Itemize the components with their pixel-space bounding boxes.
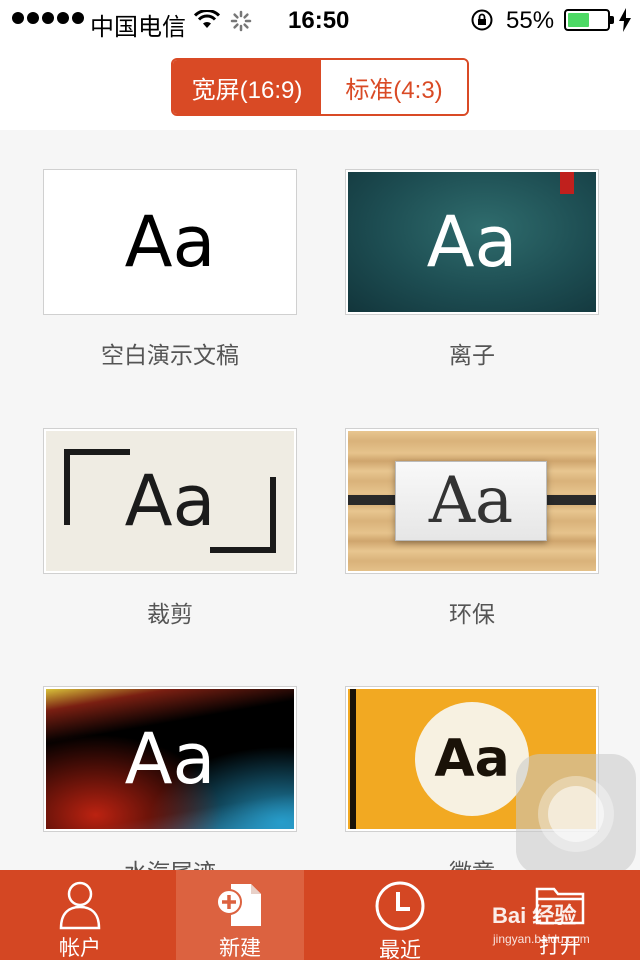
charging-bolt-icon — [619, 8, 631, 32]
activity-spinner-icon — [230, 10, 252, 32]
red-flag-decoration — [560, 172, 574, 194]
tab-new[interactable]: 新建 — [176, 870, 304, 960]
template-thumbnail: Aa — [348, 172, 596, 312]
tab-label: 最近 — [379, 939, 421, 960]
widescreen-16-9-option[interactable]: 宽屏(16:9) — [173, 60, 321, 114]
baidu-watermark: Bai 经验 — [492, 903, 577, 928]
carrier-name: 中国电信 — [90, 14, 186, 41]
person-icon — [59, 881, 101, 930]
template-crop[interactable]: Aa — [43, 428, 297, 574]
tab-account[interactable]: 帐户 — [0, 870, 160, 960]
template-thumbnail: Aa — [46, 431, 294, 571]
battery-percentage: 55% — [506, 7, 555, 34]
template-ion[interactable]: Aa — [345, 169, 599, 315]
sample-text: Aa — [434, 729, 510, 789]
template-thumbnail: Aa — [46, 689, 294, 829]
template-eco[interactable]: Aa — [345, 428, 599, 574]
watermark-url: jingyan.baidu.com — [493, 932, 590, 946]
wifi-icon — [194, 10, 220, 28]
tab-label: 新建 — [219, 937, 261, 960]
sample-text: Aa — [124, 718, 216, 800]
template-thumbnail: Aa — [46, 172, 294, 312]
header: 宽屏(16:9) 标准(4:3) — [0, 40, 640, 130]
sample-text: Aa — [124, 201, 216, 283]
tab-label: 帐户 — [59, 937, 101, 960]
rotation-lock-icon — [471, 9, 493, 31]
template-name: 水汽尾迹 — [20, 853, 320, 870]
template-name: 环保 — [449, 601, 495, 627]
crop-bracket-top-left — [64, 449, 130, 525]
signal-strength-icon — [12, 12, 84, 24]
clock-icon — [375, 881, 425, 931]
sample-text: Aa — [426, 201, 518, 283]
badge-seal: Aa — [419, 706, 525, 812]
sample-text: Aa — [428, 464, 514, 538]
template-thumbnail: Aa — [348, 431, 596, 571]
assistive-touch-button[interactable] — [516, 754, 636, 874]
dark-stripe-decoration — [350, 689, 356, 829]
template-name: 空白演示文稿 — [101, 342, 239, 368]
tab-recent[interactable]: 最近 — [320, 870, 480, 960]
standard-4-3-option[interactable]: 标准(4:3) — [321, 60, 467, 114]
new-document-icon — [216, 884, 261, 926]
battery-icon — [564, 9, 614, 31]
status-bar: 中国电信 16:50 55% — [0, 0, 640, 41]
template-blank[interactable]: Aa — [43, 169, 297, 315]
clock-time: 16:50 — [288, 7, 350, 34]
template-name: 离子 — [449, 342, 495, 368]
aspect-ratio-segmented-control: 宽屏(16:9) 标准(4:3) — [171, 58, 469, 116]
title-card: Aa — [395, 461, 547, 541]
template-vapor-trail[interactable]: Aa — [43, 686, 297, 832]
crop-bracket-bottom-right — [210, 477, 276, 553]
sample-text: Aa — [124, 460, 216, 542]
template-name: 裁剪 — [147, 601, 193, 627]
assistive-touch-core — [548, 786, 604, 842]
